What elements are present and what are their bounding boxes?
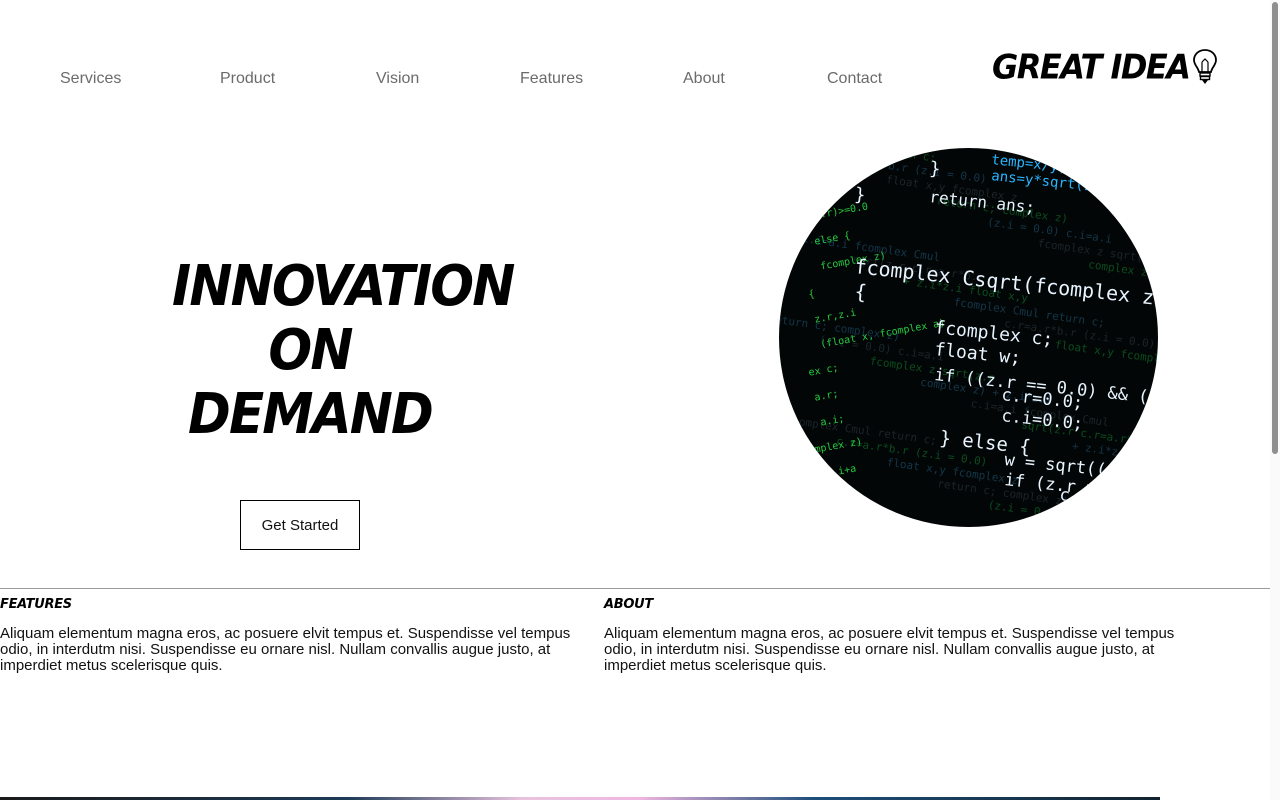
- code-line: c.r: [1058, 485, 1091, 508]
- code-green-line: z=z.i+a: [814, 463, 857, 481]
- nav-item-features[interactable]: Features: [520, 70, 583, 88]
- hero-code-image: fcomplex Cmul return c;c.r=a.r*b.r (z.i …: [779, 148, 1158, 527]
- nav-item-product[interactable]: Product: [220, 70, 275, 88]
- code-screen-graphic: fcomplex Cmul return c;c.r=a.r*b.r (z.i …: [779, 148, 1158, 527]
- hero-title: INNOVATION ON DEMAND: [172, 254, 515, 447]
- nav-item-contact[interactable]: Contact: [827, 70, 882, 88]
- code-green-line: a.r;: [814, 389, 840, 404]
- site-logo[interactable]: GREAT IDEA: [992, 47, 1218, 87]
- features-heading: FEATURES: [0, 597, 72, 612]
- features-section: FEATURES Aliquam elementum magna eros, a…: [0, 597, 590, 674]
- code-line: {: [853, 279, 867, 304]
- logo-text: GREAT IDEA: [992, 47, 1191, 87]
- about-text: Aliquam elementum magna eros, ac posuere…: [604, 625, 1175, 674]
- code-line: }: [853, 184, 866, 206]
- nav-item-services[interactable]: Services: [60, 70, 121, 88]
- page-scrollbar[interactable]: [1270, 0, 1280, 800]
- code-green-line: ex c;: [808, 363, 840, 379]
- about-heading: ABOUT: [604, 597, 653, 612]
- about-section: ABOUT Aliquam elementum magna eros, ac p…: [604, 597, 1194, 674]
- code-bg-line: fcomplex z sqrt(z.r: [1038, 520, 1158, 527]
- code-line: }: [928, 158, 941, 180]
- code-green-line: omplex z): [808, 436, 863, 456]
- nav-item-about[interactable]: About: [683, 70, 725, 88]
- lightbulb-icon: [1192, 49, 1217, 84]
- top-navigation: Services Product Vision Features About C…: [0, 0, 1270, 130]
- section-divider: [0, 588, 1280, 589]
- get-started-button[interactable]: Get Started: [240, 500, 360, 550]
- nav-item-vision[interactable]: Vision: [376, 70, 419, 88]
- features-text: Aliquam elementum magna eros, ac posuere…: [0, 625, 571, 674]
- scrollbar-thumb[interactable]: [1272, 2, 1278, 454]
- code-green-line: {: [808, 289, 816, 301]
